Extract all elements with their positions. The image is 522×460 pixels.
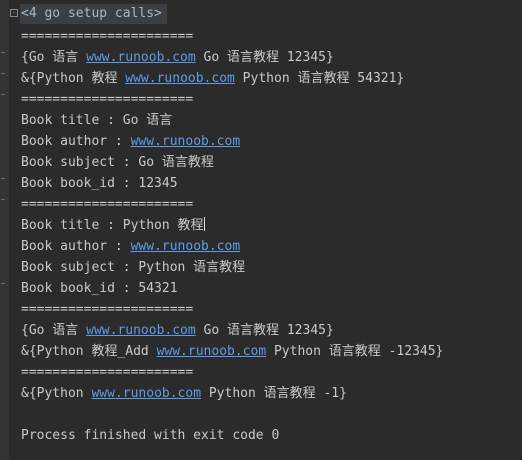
console-line: {Go 语言 www.runoob.com Go 语言教程 12345} [21, 320, 518, 341]
console-text: Book title : Go 语言 [21, 113, 173, 128]
console-text: Book author : [21, 239, 131, 254]
console-line: Book title : Python 教程 [21, 215, 518, 236]
console-line: ====================== [21, 362, 518, 383]
console-text: Python 语言教程 -1} [201, 386, 347, 401]
console-line: Book author : www.runoob.com [21, 236, 518, 257]
console-text: Book book_id : 12345 [21, 176, 178, 191]
console-link[interactable]: www.runoob.com [131, 239, 241, 254]
console-line: Book subject : Go 语言教程 [21, 152, 518, 173]
console-text: Process finished with exit code 0 [21, 428, 280, 443]
editor-gutter [0, 0, 9, 460]
console-line: &{Python 教程 www.runoob.com Python 语言教程 5… [21, 68, 518, 89]
console-link[interactable]: www.runoob.com [125, 71, 235, 86]
console-text: Book subject : Python 语言教程 [21, 260, 246, 275]
console-text: Python 语言教程 -12345} [266, 344, 444, 359]
console-link[interactable]: www.runoob.com [91, 386, 201, 401]
console-text: Python 语言教程 54321} [234, 71, 405, 86]
console-text: &{Python 教程_Add [21, 344, 157, 359]
console-link[interactable]: www.runoob.com [157, 344, 267, 359]
console-link[interactable]: www.runoob.com [86, 323, 196, 338]
console-line: Book book_id : 54321 [21, 278, 518, 299]
console-line: ====================== [21, 89, 518, 110]
console-text: ====================== [21, 197, 194, 212]
folded-calls-header[interactable]: <4 go setup calls> [20, 4, 167, 24]
console-link[interactable]: www.runoob.com [86, 50, 196, 65]
console-line: Book subject : Python 语言教程 [21, 257, 518, 278]
console-text: ====================== [21, 302, 194, 317]
console-text: ====================== [21, 29, 194, 44]
console-text: Book book_id : 54321 [21, 281, 178, 296]
console-line: ====================== [21, 299, 518, 320]
console-line: ====================== [21, 26, 518, 47]
text-caret [203, 217, 205, 231]
console-text: Book author : [21, 134, 131, 149]
fold-toggle-icon[interactable]: ⊟- [10, 9, 18, 17]
console-line: Book title : Go 语言 [21, 110, 518, 131]
console-text: {Go 语言 [21, 323, 87, 338]
console-text: &{Python [21, 386, 92, 401]
console-text: ====================== [21, 365, 194, 380]
console-line: Book book_id : 12345 [21, 173, 518, 194]
console-line: Process finished with exit code 0 [21, 425, 518, 446]
console-line: &{Python 教程_Add www.runoob.com Python 语言… [21, 341, 518, 362]
console-text: &{Python 教程 [21, 71, 126, 86]
console-output[interactable]: ====================== {Go 语言 www.runoob.… [21, 26, 518, 446]
console-line: ====================== [21, 194, 518, 215]
console-text: ====================== [21, 92, 194, 107]
console-text: Go 语言教程 12345} [195, 50, 334, 65]
console-text: Go 语言教程 12345} [195, 323, 334, 338]
console-text: Book subject : Go 语言教程 [21, 155, 214, 170]
console-line: Book author : www.runoob.com [21, 131, 518, 152]
console-link[interactable]: www.runoob.com [131, 134, 241, 149]
console-line: &{Python www.runoob.com Python 语言教程 -1} [21, 383, 518, 404]
console-text: {Go 语言 [21, 50, 87, 65]
console-line: {Go 语言 www.runoob.com Go 语言教程 12345} [21, 47, 518, 68]
console-text: Book title : Python 教程 [21, 218, 204, 233]
